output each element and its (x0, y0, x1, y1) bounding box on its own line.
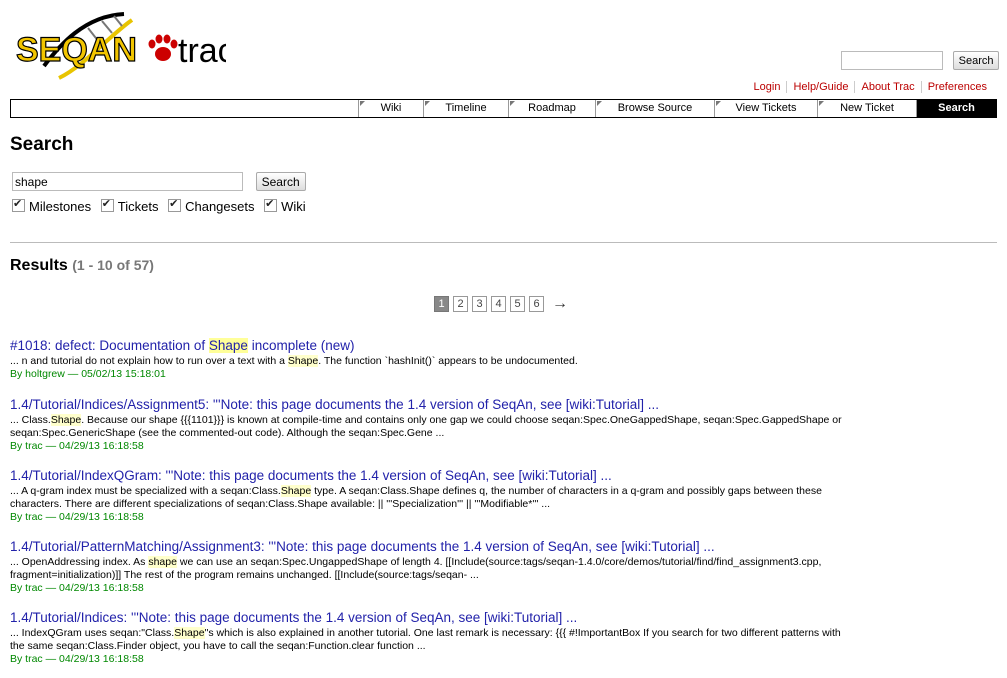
checkbox-icon[interactable] (168, 197, 182, 212)
preferences-link[interactable]: Preferences (920, 81, 993, 93)
result-item: 1.4/Tutorial/IndexQGram: '''Note: this p… (10, 468, 990, 524)
divider (10, 242, 997, 243)
results-heading: Results (1 - 10 of 57) (10, 257, 154, 274)
result-title-link[interactable]: 1.4/Tutorial/Indices: '''Note: this page… (10, 610, 990, 626)
result-title-link[interactable]: 1.4/Tutorial/PatternMatching/Assignment3… (10, 539, 990, 555)
logo-seqan-text: SEQAN (16, 31, 137, 69)
result-meta: By trac — 04/29/13 16:18:58 (10, 653, 144, 665)
search-input[interactable] (12, 172, 243, 191)
results-count: (1 - 10 of 57) (72, 257, 154, 273)
page-title: Search (10, 134, 74, 155)
result-item: 1.4/Tutorial/Indices/Assignment5: '''Not… (10, 397, 990, 453)
result-title-link[interactable]: #1018: defect: Documentation of Shape in… (10, 338, 990, 354)
search-form: Search (12, 172, 306, 191)
page-3-link[interactable]: 3 (472, 296, 487, 312)
paw-icon (148, 34, 178, 61)
result-excerpt: ... IndexQGram uses seqan:"Class.Shape"s… (10, 627, 841, 652)
main-navigation: Wiki Timeline Roadmap Browse Source View… (10, 99, 997, 118)
top-search-input[interactable] (841, 51, 943, 70)
result-title-link[interactable]: 1.4/Tutorial/Indices/Assignment5: '''Not… (10, 397, 990, 413)
tab-timeline[interactable]: Timeline (423, 100, 508, 117)
meta-navigation: Login Help/Guide About Trac Preferences (748, 81, 993, 93)
tab-search[interactable]: Search (916, 100, 996, 117)
pagination: 1 2 3 4 5 6 → (434, 296, 568, 312)
page-5-link[interactable]: 5 (510, 296, 525, 312)
checkbox-icon[interactable] (12, 197, 25, 212)
seqan-trac-logo[interactable]: SEQAN trac (14, 6, 226, 82)
top-search-button[interactable]: Search (952, 51, 1000, 70)
result-meta: By trac — 04/29/13 16:18:58 (10, 440, 144, 452)
result-excerpt: ... Class.Shape. Because our shape {{{11… (10, 414, 842, 439)
tab-view-tickets[interactable]: View Tickets (714, 100, 817, 117)
logo-trac-text: trac (178, 32, 226, 70)
result-item: 1.4/Tutorial/Indices: '''Note: this page… (10, 610, 990, 666)
tab-roadmap[interactable]: Roadmap (508, 100, 595, 117)
checkbox-icon[interactable] (264, 197, 278, 212)
tab-browse-source[interactable]: Browse Source (595, 100, 714, 117)
filter-wiki[interactable]: Wiki (264, 197, 306, 214)
search-button[interactable]: Search (255, 172, 306, 191)
help-guide-link[interactable]: Help/Guide (786, 81, 855, 93)
about-trac-link[interactable]: About Trac (854, 81, 921, 93)
tab-new-ticket[interactable]: New Ticket (817, 100, 916, 117)
page-2-link[interactable]: 2 (453, 296, 468, 312)
page-1-current: 1 (434, 296, 449, 312)
filter-tickets[interactable]: Tickets (100, 197, 158, 214)
checkbox-icon[interactable] (100, 197, 114, 212)
filter-milestones[interactable]: Milestones (12, 197, 91, 214)
top-search-form: Search (841, 51, 1000, 70)
login-link[interactable]: Login (748, 81, 787, 93)
next-page-arrow-icon[interactable]: → (552, 296, 568, 312)
tab-wiki[interactable]: Wiki (358, 100, 423, 117)
result-item: 1.4/Tutorial/PatternMatching/Assignment3… (10, 539, 990, 595)
result-excerpt: ... A q-gram index must be specialized w… (10, 485, 822, 510)
page-4-link[interactable]: 4 (491, 296, 506, 312)
result-meta: By holtgrew — 05/02/13 15:18:01 (10, 368, 166, 380)
search-filters: Milestones Tickets Changesets Wiki (12, 197, 312, 214)
result-meta: By trac — 04/29/13 16:18:58 (10, 582, 144, 594)
result-excerpt: ... n and tutorial do not explain how to… (10, 355, 578, 367)
result-title-link[interactable]: 1.4/Tutorial/IndexQGram: '''Note: this p… (10, 468, 990, 484)
page-6-link[interactable]: 6 (529, 296, 544, 312)
result-item: #1018: defect: Documentation of Shape in… (10, 338, 990, 381)
result-meta: By trac — 04/29/13 16:18:58 (10, 511, 144, 523)
filter-changesets[interactable]: Changesets (168, 197, 254, 214)
result-excerpt: ... OpenAddressing index. As shape we ca… (10, 556, 822, 581)
